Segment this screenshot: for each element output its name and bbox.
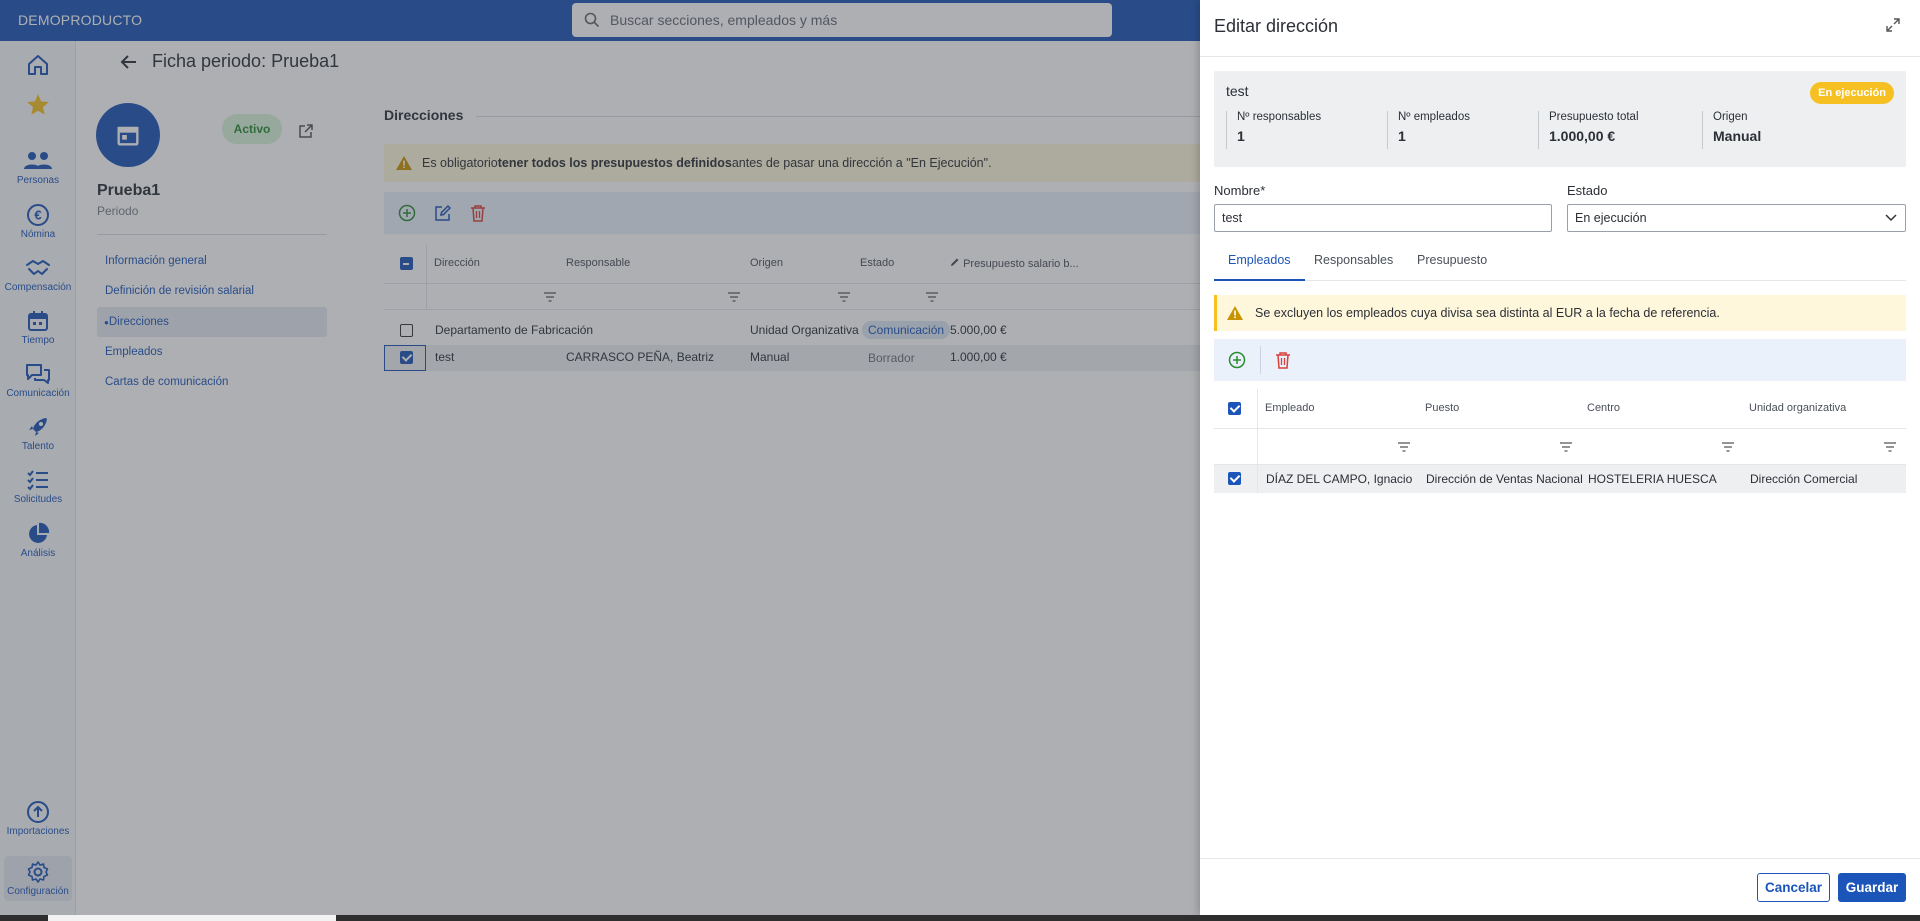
taskbar-segment: [48, 915, 336, 921]
estado-label: Estado: [1567, 183, 1608, 198]
row-checkbox[interactable]: [1228, 472, 1241, 485]
tab-responsables[interactable]: Responsables: [1314, 249, 1393, 281]
tab-presupuesto[interactable]: Presupuesto: [1417, 249, 1487, 281]
filter-icon[interactable]: [1722, 442, 1734, 452]
col-puesto[interactable]: Puesto: [1425, 402, 1459, 414]
stat-origen: Origen Manual: [1702, 111, 1761, 149]
edit-direccion-drawer: Editar dirección test En ejecución Nº re…: [1200, 0, 1920, 915]
estado-select-value: En ejecución: [1575, 211, 1647, 225]
drawer-header-divider: [1200, 56, 1920, 57]
drawer-tabs: Empleados Responsables Presupuesto: [1214, 249, 1906, 281]
chevron-down-icon: [1885, 214, 1897, 222]
currency-warning: Se excluyen los empleados cuya divisa se…: [1214, 295, 1906, 331]
select-all-checkbox[interactable]: [1228, 402, 1241, 415]
cancel-button[interactable]: Cancelar: [1757, 873, 1830, 902]
footer-divider: [1200, 858, 1920, 859]
tab-empleados[interactable]: Empleados: [1214, 249, 1305, 281]
stat-value: Manual: [1713, 128, 1762, 144]
add-icon[interactable]: [1228, 351, 1246, 369]
summary-name: test: [1226, 83, 1249, 99]
cell-puesto: Dirección de Ventas Nacional: [1426, 472, 1583, 486]
status-badge: En ejecución: [1810, 82, 1894, 104]
col-unidad-organizativa[interactable]: Unidad organizativa: [1749, 402, 1846, 414]
stat-responsables: Nº responsables 1: [1226, 111, 1321, 149]
stat-empleados: Nº empleados 1: [1387, 111, 1470, 149]
employees-grid-header: Empleado Puesto Centro Unidad organizati…: [1214, 389, 1906, 429]
stat-value: 1: [1398, 128, 1406, 144]
cell-unidad: Dirección Comercial: [1750, 472, 1858, 486]
cell-centro: HOSTELERIA HUESCA: [1588, 472, 1717, 486]
estado-select[interactable]: En ejecución: [1567, 204, 1906, 232]
stat-value: 1.000,00 €: [1549, 128, 1616, 144]
filter-icon[interactable]: [1398, 442, 1410, 452]
stat-value: 1: [1237, 128, 1245, 144]
delete-icon[interactable]: [1275, 351, 1291, 369]
employees-toolbar: [1214, 339, 1906, 381]
modal-backdrop[interactable]: [0, 0, 1200, 921]
table-row[interactable]: DÍAZ DEL CAMPO, Ignacio Dirección de Ven…: [1214, 465, 1906, 493]
cell-empleado: DÍAZ DEL CAMPO, Ignacio: [1266, 472, 1413, 486]
stat-label: Nº responsables: [1237, 111, 1322, 123]
save-button[interactable]: Guardar: [1838, 873, 1906, 902]
stat-label: Origen: [1713, 111, 1748, 123]
col-centro[interactable]: Centro: [1587, 402, 1620, 414]
stat-label: Presupuesto total: [1549, 111, 1639, 123]
stat-label: Nº empleados: [1398, 111, 1470, 123]
nombre-input[interactable]: test: [1214, 204, 1552, 232]
filter-icon[interactable]: [1884, 442, 1896, 452]
col-empleado[interactable]: Empleado: [1265, 402, 1315, 414]
employees-filter-row: [1214, 429, 1906, 465]
direccion-summary-card: test En ejecución Nº responsables 1 Nº em…: [1214, 71, 1906, 167]
nombre-label: Nombre*: [1214, 183, 1266, 198]
drawer-title: Editar dirección: [1214, 16, 1339, 36]
filter-icon[interactable]: [1560, 442, 1572, 452]
stat-presupuesto: Presupuesto total 1.000,00 €: [1538, 111, 1639, 149]
currency-warning-text: Se excluyen los empleados cuya divisa se…: [1255, 306, 1720, 320]
warning-icon: [1227, 306, 1243, 320]
expand-icon[interactable]: [1886, 18, 1900, 32]
